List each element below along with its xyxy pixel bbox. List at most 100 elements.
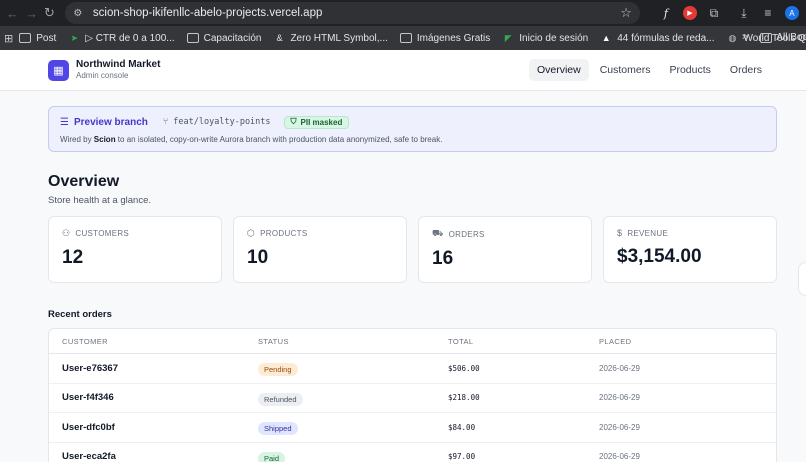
function-icon[interactable]: f [654,3,678,23]
total-cell: $97.00 [448,452,476,462]
stat-label: REVENUE [627,228,669,238]
status-badge: Paid [258,451,286,462]
bookmark-item[interactable]: Post [19,33,56,44]
bookmark-item[interactable]: Imágenes Gratis [399,33,490,44]
download-icon[interactable]: ⤓ [732,3,756,23]
leaf-icon: ◤ [504,32,512,43]
stat-card-revenue: $ REVENUE $3,154.00 [603,216,777,283]
recent-orders-title: Recent orders [48,309,112,320]
column-header: STATUS [258,336,289,346]
bookmark-item[interactable]: ▲ 44 fórmulas de reda... [600,33,715,44]
puzzle-icon[interactable]: ⧉ [702,3,726,23]
pii-masked-badge: ⛉ PII masked [283,115,350,129]
total-cell: $218.00 [448,393,480,403]
database-icon: ☰ [60,116,69,128]
customer-cell: User-dfc0bf [62,421,115,433]
status-badge: Shipped [258,422,298,436]
dollar-icon: $ [617,228,623,238]
folder-icon [19,33,32,43]
flame-icon: ▲ [601,33,611,43]
brand-name: Northwind Market [76,59,161,70]
address-bar[interactable]: ⚙ scion-shop-ikifenllc-abelo-projects.ve… [64,2,640,24]
folder-icon [186,33,199,43]
reload-icon[interactable]: ↻ [44,3,55,23]
stat-card-products: ⬡ PRODUCTS 10 [233,216,407,283]
site-info-icon[interactable]: ⚙ [71,6,85,20]
store-logo-icon: ▦ [48,59,69,81]
table-row[interactable]: User-f4f346 Refunded $218.00 2026-06-29 [49,384,776,413]
table-row[interactable]: User-dfc0bf Shipped $84.00 2026-06-29 [49,413,776,443]
nav-overview[interactable]: Overview [528,59,589,81]
youtube-icon[interactable]: ▶ [678,3,702,23]
back-arrow-icon[interactable]: ← [6,3,19,23]
shield-check-icon: ⛉ [290,117,297,126]
apps-grid-icon[interactable]: ⊞ [4,32,13,45]
more-bookmarks-icon[interactable]: » [742,31,748,43]
banner-title: ☰ Preview branch [60,116,148,128]
stat-label: ORDERS [448,229,485,239]
ampersand-icon: & [276,33,283,43]
stat-value: 12 [62,247,84,268]
folder-icon [760,32,773,43]
customer-cell: User-f4f346 [62,392,114,404]
stat-value: 16 [432,248,454,269]
total-cell: $506.00 [448,363,480,373]
all-bookmarks[interactable]: All Boo [760,32,806,43]
nav-products[interactable]: Products [661,59,718,81]
app-header: ▦ Northwind Market Admin console Overvie… [0,50,806,91]
browser-toolbar: ← → ↻ ⚙ scion-shop-ikifenllc-abelo-proje… [0,0,806,26]
preview-branch-banner: ☰ Preview branch ⑂ feat/loyalty-points ⛉ PI… [48,106,777,152]
stat-label: CUSTOMERS [75,229,130,238]
main-nav: Overview Customers Products Orders [528,59,770,81]
url-text[interactable]: scion-shop-ikifenllc-abelo-projects.verc… [93,7,620,19]
forward-arrow-icon[interactable]: → [25,3,38,23]
bookmark-item[interactable]: Capacitación [186,33,261,44]
placed-cell: 2026-06-29 [599,452,640,462]
customer-cell: User-e76367 [62,362,118,374]
table-header: CUSTOMER STATUS TOTAL PLACED [49,329,776,354]
box-icon: ⬡ [247,228,256,238]
stat-card-customers: ⚇ CUSTOMERS 12 [48,216,222,283]
profile-avatar[interactable]: A [780,3,804,23]
bookmark-item[interactable]: ◤ Inicio de sesión [502,33,588,44]
nav-customers[interactable]: Customers [592,59,659,81]
total-cell: $84.00 [448,422,476,432]
users-icon: ⚇ [62,228,71,238]
placed-cell: 2026-06-29 [599,393,640,403]
status-badge: Refunded [258,392,303,406]
cart-icon: ⛟ [432,228,444,238]
bookmark-item[interactable]: & Zero HTML Symbol,... [273,33,387,44]
branch-name: ⑂ feat/loyalty-points [162,117,271,127]
column-header: TOTAL [448,336,474,346]
stat-value: 10 [247,247,269,268]
stat-value: $3,154.00 [617,246,702,267]
recent-orders-table: CUSTOMER STATUS TOTAL PLACED User-e76367… [48,328,777,462]
folder-icon [399,33,412,43]
stat-card-orders: ⛟ ORDERS 16 [418,216,592,283]
page-subtitle: Store health at a glance. [48,195,151,206]
stat-label: PRODUCTS [260,229,308,238]
status-badge: Pending [258,363,298,377]
main-content: ☰ Preview branch ⑂ feat/loyalty-points ⛉ PI… [48,106,777,462]
table-row[interactable]: User-eca2fa Paid $97.00 2026-06-29 [49,443,776,462]
reading-list-icon[interactable]: ≡ [756,3,780,23]
bookmark-star-icon[interactable]: ☆ [620,5,632,21]
nav-orders[interactable]: Orders [722,59,770,81]
stat-cards: ⚇ CUSTOMERS 12 ⬡ PRODUCTS 10 ⛟ ORDERS 16 $ R… [48,216,777,283]
page-title: Overview [48,173,120,190]
placed-cell: 2026-06-29 [599,363,640,373]
side-panel-handle[interactable] [798,262,806,296]
extensions-row: f ▶ ⧉ ⤓ ≡ A [654,3,804,23]
table-row[interactable]: User-e76367 Pending $506.00 2026-06-29 [49,354,776,384]
customer-cell: User-eca2fa [62,451,116,462]
globe-icon: ◍ [728,32,737,43]
git-branch-icon: ⑂ [162,117,169,127]
arrow-icon: ➤ [70,32,78,43]
brand: Northwind Market Admin console [76,59,160,81]
bookmark-item[interactable]: ➤ ▷ CTR de 0 a 100... [68,33,174,44]
column-header: PLACED [599,336,632,346]
banner-description: Wired by Scion to an isolated, copy-on-w… [60,135,443,144]
column-header: CUSTOMER [62,336,108,346]
bookmarks-bar: ⊞ Post ➤ ▷ CTR de 0 a 100... Capacitación… [0,26,806,50]
brand-subtitle: Admin console [76,71,129,80]
